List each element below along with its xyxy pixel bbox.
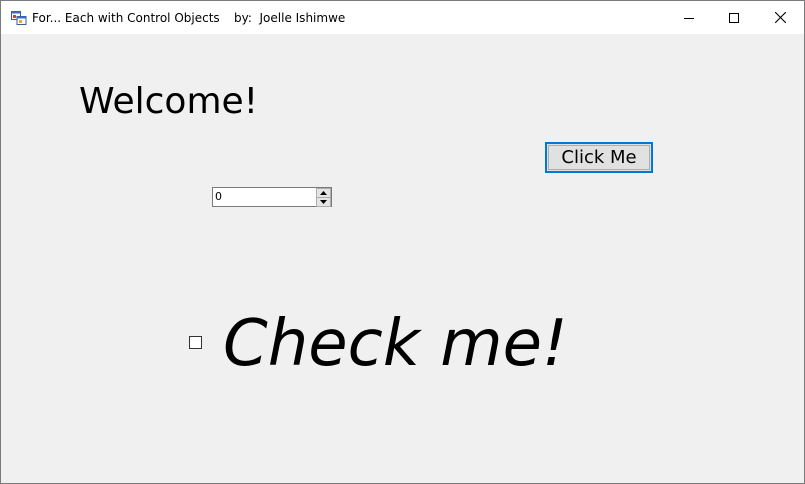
close-button[interactable] — [757, 1, 803, 34]
window-title: For... Each with Control Objects — [32, 11, 220, 25]
click-me-button[interactable]: Click Me — [545, 142, 653, 173]
title-bar[interactable]: For... Each with Control Objects by: Joe… — [1, 1, 804, 34]
app-form-icon[interactable] — [11, 10, 27, 25]
spin-down-button[interactable] — [316, 197, 331, 207]
arrow-down-icon — [320, 200, 327, 204]
minimize-icon — [684, 17, 694, 19]
click-me-button-label: Click Me — [548, 145, 650, 170]
app-window: For... Each with Control Objects by: Joe… — [0, 0, 805, 484]
close-icon — [774, 12, 786, 23]
numeric-updown[interactable]: 0 — [212, 187, 332, 207]
maximize-button[interactable] — [711, 1, 757, 34]
check-me-checkbox[interactable] — [189, 336, 202, 349]
numeric-updown-value[interactable]: 0 — [215, 189, 222, 204]
arrow-up-icon — [320, 191, 327, 195]
minimize-button[interactable] — [666, 1, 712, 34]
window-author: by: Joelle Ishimwe — [234, 11, 346, 25]
maximize-icon — [729, 12, 739, 23]
check-me-label[interactable]: Check me! — [223, 306, 568, 382]
spin-buttons — [316, 188, 331, 207]
welcome-label: Welcome! — [79, 81, 259, 122]
form-client-area: Welcome! Click Me 0 Check me! — [1, 34, 804, 483]
